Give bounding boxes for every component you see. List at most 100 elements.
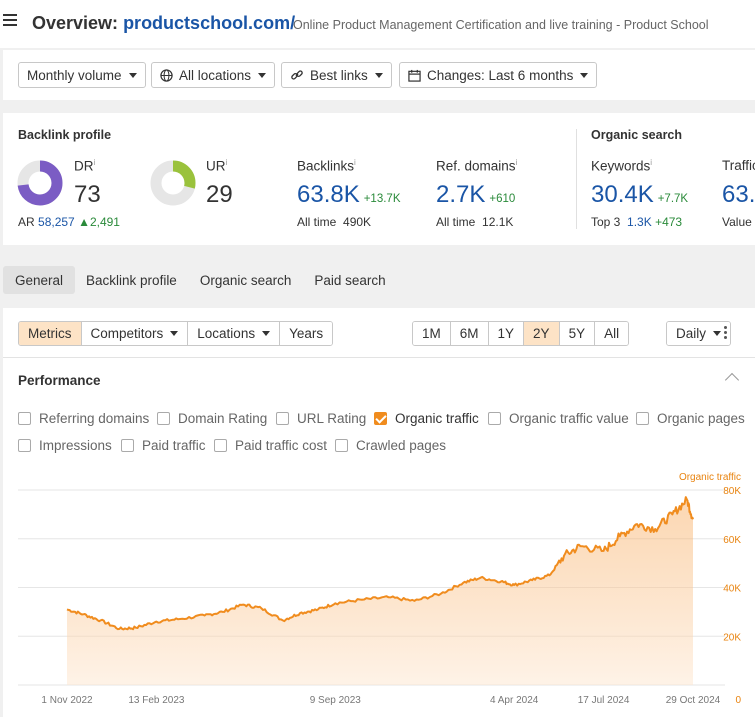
refdomains-alltime: All time 12.1K bbox=[436, 215, 513, 229]
link-icon bbox=[290, 68, 304, 82]
checkbox-organic-traffic[interactable]: Organic traffic bbox=[374, 411, 479, 426]
backlinks-value[interactable]: 63.8K +13.7K bbox=[297, 181, 401, 209]
ur-value: 29 bbox=[206, 181, 233, 208]
traffic-label[interactable]: Traffic bbox=[722, 158, 755, 173]
chevron-down-icon bbox=[374, 72, 383, 78]
locations-chart-label: Locations bbox=[197, 326, 256, 341]
checkbox-organic-pages[interactable]: Organic pages bbox=[636, 411, 745, 426]
traffic-value[interactable]: 63. bbox=[722, 181, 755, 209]
top3-label: Top 3 bbox=[591, 215, 621, 229]
chevron-down-icon bbox=[170, 331, 179, 336]
checkbox-label: Organic traffic value bbox=[509, 411, 629, 426]
checkbox-label: Crawled pages bbox=[356, 438, 447, 453]
view-toggle-group: Metrics Competitors Locations Years bbox=[18, 321, 334, 346]
range-1m[interactable]: 1M bbox=[413, 322, 451, 345]
range-all[interactable]: All bbox=[595, 322, 629, 345]
keywords-label[interactable]: Keywordsi bbox=[591, 158, 652, 174]
checkbox-referring-domains[interactable]: Referring domains bbox=[18, 411, 149, 426]
organic-traffic-chart: 0 20K 40K 60K 80K 1 Nov 2022 13 Feb 2023 9 Sep… bbox=[18, 472, 741, 706]
checkbox-url-rating[interactable]: URL Rating bbox=[276, 411, 366, 426]
keywords-value[interactable]: 30.4K +7.7K bbox=[591, 181, 688, 209]
checkbox-domain-rating[interactable]: Domain Rating bbox=[157, 411, 267, 426]
checkbox-organic-traffic-value[interactable]: Organic traffic value bbox=[488, 411, 629, 426]
backlinks-label[interactable]: Backlinksi bbox=[297, 158, 356, 174]
tab-organic-search[interactable]: Organic search bbox=[188, 266, 304, 294]
ar-value[interactable]: 58,257 bbox=[38, 215, 75, 229]
y-tick-label: 80K bbox=[723, 486, 741, 497]
chevron-up-icon[interactable] bbox=[724, 372, 740, 388]
checkbox-icon bbox=[488, 412, 501, 425]
range-6m[interactable]: 6M bbox=[450, 322, 489, 345]
checkbox-label: Paid traffic bbox=[142, 438, 206, 453]
checkbox-icon bbox=[276, 412, 289, 425]
links-dropdown-label: Best links bbox=[310, 67, 368, 83]
tab-general[interactable]: General bbox=[3, 266, 76, 294]
chevron-down-icon bbox=[258, 72, 267, 78]
backlinks-delta: +13.7K bbox=[363, 193, 401, 205]
y-tick-label: 40K bbox=[723, 584, 741, 595]
x-tick-label: 29 Oct 2024 bbox=[666, 695, 721, 706]
alltime-label: All time bbox=[297, 215, 337, 229]
y-tick-label: 60K bbox=[723, 535, 741, 546]
checkbox-impressions[interactable]: Impressions bbox=[18, 438, 112, 453]
chart-panel: Metrics Competitors Locations Years 1M 6… bbox=[3, 308, 755, 717]
links-dropdown[interactable]: Best links bbox=[281, 62, 392, 88]
info-icon: i bbox=[650, 158, 653, 167]
dr-donut-chart bbox=[17, 160, 63, 206]
locations-dropdown[interactable]: All locations bbox=[151, 62, 276, 88]
refdomains-value[interactable]: 2.7K +610 bbox=[436, 181, 515, 209]
interval-dropdown[interactable]: Daily bbox=[666, 321, 732, 346]
checkbox-checked-icon bbox=[374, 412, 387, 425]
backlinks-number: 63.8K bbox=[297, 181, 360, 208]
top3-line: Top 3 1.3K +473 bbox=[591, 215, 682, 229]
checkbox-paid-traffic[interactable]: Paid traffic bbox=[121, 438, 206, 453]
range-2y[interactable]: 2Y bbox=[524, 322, 560, 345]
metrics-button[interactable]: Metrics bbox=[19, 322, 82, 345]
tab-paid-search[interactable]: Paid search bbox=[302, 266, 397, 294]
refdomains-delta: +610 bbox=[489, 193, 516, 205]
tab-backlink-profile[interactable]: Backlink profile bbox=[74, 266, 189, 294]
header: Overview: productschool.com/ Online Prod… bbox=[0, 0, 755, 48]
years-button[interactable]: Years bbox=[280, 322, 333, 345]
ur-label[interactable]: URi bbox=[206, 158, 227, 174]
checkbox-label: Domain Rating bbox=[178, 411, 268, 426]
checkbox-crawled-pages[interactable]: Crawled pages bbox=[335, 438, 446, 453]
page-subtitle: Online Product Management Certification … bbox=[293, 18, 709, 32]
y-tick-label: 20K bbox=[723, 632, 741, 643]
ur-label-text: UR bbox=[206, 158, 226, 174]
backlinks-alltime-value: 490K bbox=[343, 215, 372, 229]
checkbox-icon bbox=[18, 439, 31, 452]
checkbox-label: Organic traffic bbox=[395, 411, 479, 426]
refdomains-number: 2.7K bbox=[436, 181, 486, 208]
more-options-icon[interactable] bbox=[724, 326, 728, 341]
menu-icon[interactable] bbox=[3, 14, 17, 28]
interval-label: Daily bbox=[676, 326, 707, 341]
info-icon: i bbox=[225, 158, 228, 167]
ar-delta: ▲2,491 bbox=[78, 215, 120, 229]
section-tabs: General Backlink profile Organic search … bbox=[3, 266, 397, 296]
range-5y[interactable]: 5Y bbox=[559, 322, 596, 345]
competitors-dropdown[interactable]: Competitors bbox=[81, 322, 189, 345]
checkbox-label: Paid traffic cost bbox=[235, 438, 328, 453]
ar-label: AR bbox=[18, 215, 35, 229]
info-icon: i bbox=[515, 158, 518, 167]
dr-value: 73 bbox=[74, 181, 101, 208]
chevron-down-icon bbox=[262, 331, 271, 336]
competitors-label: Competitors bbox=[90, 326, 164, 341]
x-tick-label: 17 Jul 2024 bbox=[578, 695, 630, 706]
volume-dropdown[interactable]: Monthly volume bbox=[18, 62, 146, 88]
refdomains-label-text: Ref. domains bbox=[436, 158, 516, 174]
changes-dropdown[interactable]: Changes: Last 6 months bbox=[399, 62, 598, 88]
refdomains-label[interactable]: Ref. domainsi bbox=[436, 158, 517, 174]
range-1y[interactable]: 1Y bbox=[488, 322, 525, 345]
dr-label-text: DR bbox=[74, 158, 94, 174]
dr-label[interactable]: DRi bbox=[74, 158, 95, 174]
checkbox-icon bbox=[18, 412, 31, 425]
value-label: Value bbox=[722, 215, 752, 229]
checkbox-icon bbox=[121, 439, 134, 452]
locations-chart-dropdown[interactable]: Locations bbox=[188, 322, 281, 345]
page-title-domain[interactable]: productschool.com/ bbox=[123, 13, 295, 33]
chart-controls: Metrics Competitors Locations Years 1M 6… bbox=[3, 308, 755, 358]
top3-value[interactable]: 1.3K bbox=[627, 215, 652, 229]
checkbox-paid-traffic-cost[interactable]: Paid traffic cost bbox=[214, 438, 327, 453]
